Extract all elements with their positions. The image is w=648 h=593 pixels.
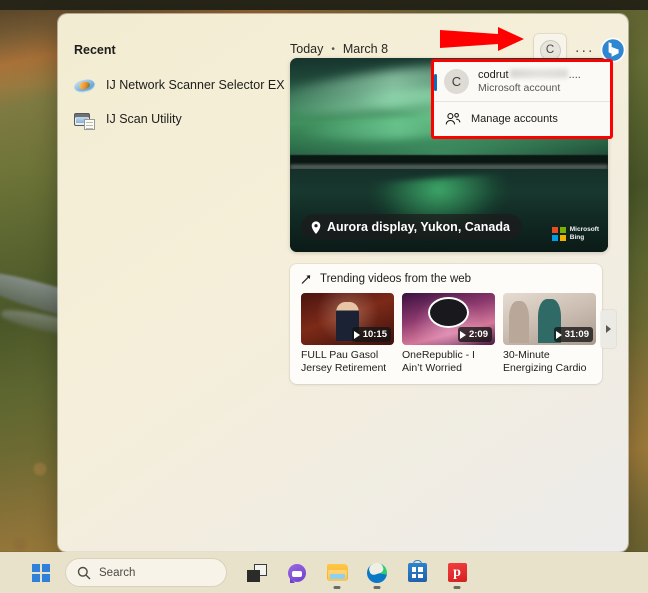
folder-icon (326, 564, 348, 581)
location-pin-icon (311, 220, 321, 234)
video-thumbnail[interactable]: 10:15 (301, 293, 394, 345)
trending-videos-title-text: Trending videos from the web (320, 273, 472, 285)
video-duration-badge: 31:09 (553, 327, 593, 342)
people-icon (445, 113, 461, 125)
account-flyout-menu: C codrut .... Microsoft account Manage a… (434, 62, 610, 136)
watermark-line-2: Bing (569, 233, 585, 241)
recent-column: Recent IJ Network Scanner Selector EX IJ… (58, 14, 285, 552)
video-thumbnail[interactable]: 31:09 (503, 293, 596, 345)
chevron-right-icon (606, 325, 611, 333)
trending-videos-heading: Trending videos from the web (301, 273, 602, 285)
taskbar-app-buttons: p (238, 554, 476, 592)
play-icon (555, 330, 562, 339)
feed-header: Today • March 8 (290, 42, 388, 56)
video-title: FULL Pau Gasol Jersey Retirement Ceremon… (301, 349, 387, 374)
scan-utility-icon (74, 109, 95, 130)
trending-videos-list: 10:15 FULL Pau Gasol Jersey Retirement C… (301, 293, 602, 375)
video-duration-badge: 2:09 (457, 327, 492, 342)
avatar: C (444, 69, 469, 95)
taskbar: Search p (0, 552, 648, 593)
manage-accounts-item[interactable]: Manage accounts (434, 102, 610, 136)
chat-icon (287, 563, 307, 583)
recent-list: IJ Network Scanner Selector EX IJ Scan U… (68, 68, 285, 136)
videos-scroll-next-button[interactable] (601, 310, 616, 348)
wallpaper-top-shadow (0, 0, 648, 10)
video-duration: 2:09 (468, 329, 488, 340)
search-input[interactable]: Search (66, 559, 226, 586)
hero-caption-text: Aurora display, Yukon, Canada (327, 220, 510, 234)
play-icon (353, 330, 360, 339)
microsoft-store-button[interactable] (398, 554, 436, 592)
video-duration-badge: 10:15 (351, 327, 391, 342)
video-duration: 31:09 (564, 329, 589, 340)
video-thumbnail[interactable]: 2:09 (402, 293, 495, 345)
file-explorer-button[interactable] (318, 554, 356, 592)
red-app-button[interactable]: p (438, 554, 476, 592)
recent-item-ij-network-scanner-selector[interactable]: IJ Network Scanner Selector EX (68, 68, 285, 102)
manage-accounts-label: Manage accounts (471, 113, 558, 126)
video-title: 30-Minute Energizing Cardio Workout Wit.… (503, 349, 587, 374)
trending-videos-card: Trending videos from the web 10:15 FULL … (290, 264, 616, 384)
video-card[interactable]: 10:15 FULL Pau Gasol Jersey Retirement C… (301, 293, 394, 375)
search-placeholder: Search (99, 566, 136, 579)
account-name-row: codrut .... (478, 69, 581, 81)
redacted-email (509, 69, 568, 79)
recent-item-label: IJ Network Scanner Selector EX (106, 78, 285, 92)
running-indicator (333, 586, 341, 589)
watermark-text: Microsoft Bing (570, 226, 599, 241)
microsoft-bing-watermark: Microsoft Bing (551, 226, 599, 241)
microsoft-edge-button[interactable] (358, 554, 396, 592)
account-flyout-highlight: C codrut .... Microsoft account Manage a… (431, 59, 613, 139)
watermark-line-1: Microsoft (569, 226, 599, 233)
account-name: codrut (478, 69, 509, 82)
recent-heading: Recent (74, 43, 116, 57)
video-card[interactable]: 31:09 30-Minute Energizing Cardio Workou… (503, 293, 596, 375)
video-title: OneRepublic - I Ain’t Worried (Hardstyle… (402, 349, 475, 374)
feed-date: March 8 (342, 42, 389, 56)
start-button[interactable] (22, 554, 60, 592)
video-card[interactable]: 2:09 OneRepublic - I Ain’t Worried (Hard… (402, 293, 495, 375)
search-icon (77, 566, 91, 579)
task-view-button[interactable] (238, 554, 276, 592)
windows-logo-icon (32, 563, 50, 582)
video-duration: 10:15 (362, 329, 387, 340)
selection-indicator (434, 74, 437, 91)
flyout-account-item[interactable]: C codrut .... Microsoft account (434, 62, 610, 101)
header-separator: • (331, 43, 335, 55)
microsoft-logo-icon (551, 226, 566, 241)
running-indicator (373, 586, 381, 589)
store-icon (407, 560, 427, 582)
account-type: Microsoft account (478, 82, 561, 95)
trending-up-arrow-icon (301, 274, 311, 284)
annotation-arrow-icon (440, 27, 524, 51)
chat-button[interactable] (278, 554, 316, 592)
red-app-glyph: p (453, 564, 461, 580)
running-indicator (453, 586, 461, 589)
today-label: Today (290, 42, 324, 56)
red-p-app-icon: p (447, 563, 467, 582)
play-icon (459, 330, 466, 339)
recent-item-ij-scan-utility[interactable]: IJ Scan Utility (68, 102, 278, 136)
recent-item-label: IJ Scan Utility (106, 112, 182, 126)
scanner-selector-icon (72, 75, 97, 96)
task-view-icon (247, 563, 267, 582)
edge-icon (367, 562, 387, 583)
hero-caption: Aurora display, Yukon, Canada (301, 214, 522, 240)
account-name-ellipsis: .... (568, 69, 581, 82)
